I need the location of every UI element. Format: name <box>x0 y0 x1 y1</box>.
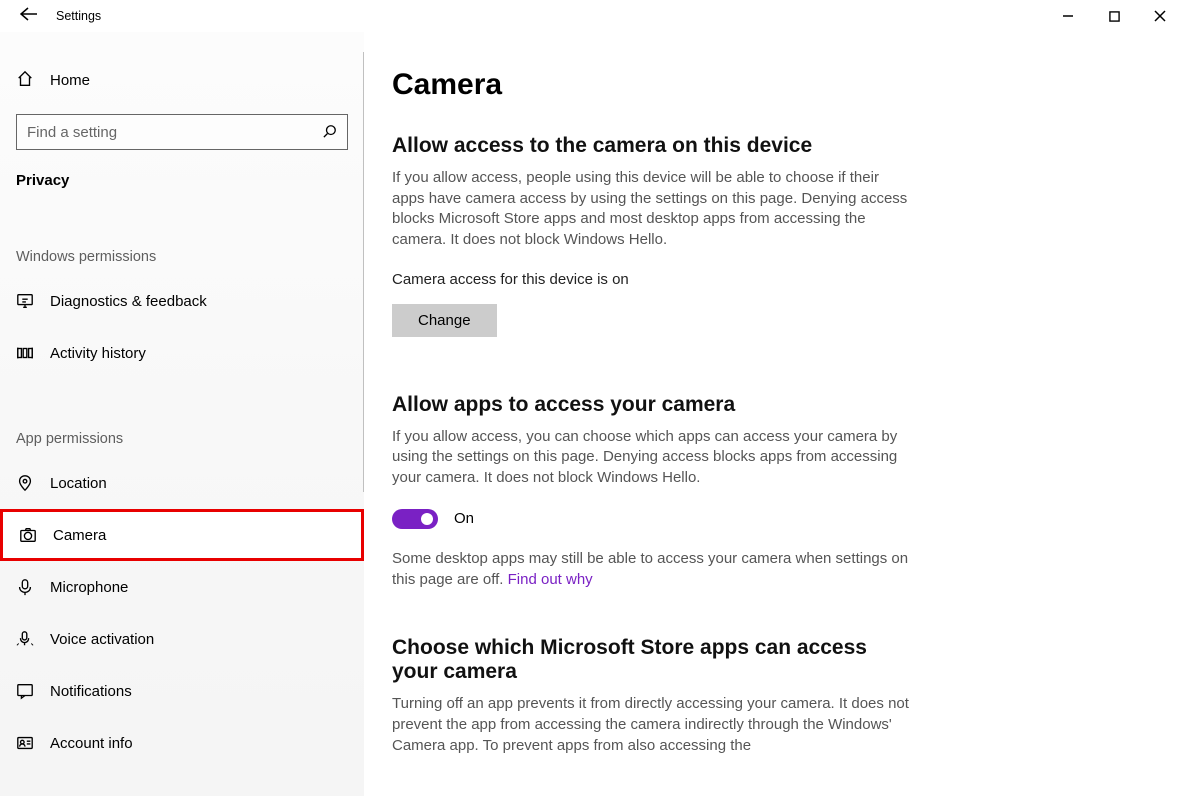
section1-title: Allow access to the camera on this devic… <box>392 134 1149 158</box>
apps-access-toggle[interactable] <box>392 509 438 529</box>
microphone-icon <box>16 578 50 596</box>
sidebar-item-notifications[interactable]: Notifications <box>0 665 364 717</box>
change-button[interactable]: Change <box>392 304 497 337</box>
section-header-windows: Windows permissions <box>0 249 364 265</box>
sidebar-item-label: Location <box>50 475 107 492</box>
sidebar-item-label: Diagnostics & feedback <box>50 293 207 310</box>
sidebar-item-label: Voice activation <box>50 631 154 648</box>
device-access-status: Camera access for this device is on <box>392 271 1149 288</box>
sidebar-item-label: Camera <box>53 527 106 544</box>
minimize-button[interactable] <box>1045 0 1091 32</box>
home-label: Home <box>50 72 90 89</box>
sidebar-item-microphone[interactable]: Microphone <box>0 561 364 613</box>
back-button[interactable] <box>8 7 48 26</box>
section1-description: If you allow access, people using this d… <box>392 168 912 251</box>
search-icon <box>323 124 337 141</box>
note-text: Some desktop apps may still be able to a… <box>392 550 908 588</box>
sidebar-item-label: Microphone <box>50 579 128 596</box>
sidebar-item-label: Account info <box>50 735 133 752</box>
feedback-icon <box>16 292 50 310</box>
desktop-apps-note: Some desktop apps may still be able to a… <box>392 549 912 590</box>
camera-icon <box>19 526 53 544</box>
page-title: Camera <box>392 68 1149 102</box>
maximize-button[interactable] <box>1091 0 1137 32</box>
toggle-knob <box>421 513 433 525</box>
find-out-why-link[interactable]: Find out why <box>508 571 593 588</box>
sidebar-item-account[interactable]: Account info <box>0 717 364 769</box>
scrollbar[interactable] <box>363 52 364 492</box>
close-button[interactable] <box>1137 0 1183 32</box>
sidebar-item-camera[interactable]: Camera <box>0 509 364 561</box>
sidebar-item-label: Activity history <box>50 345 146 362</box>
window-title: Settings <box>48 9 101 23</box>
sidebar-item-diagnostics[interactable]: Diagnostics & feedback <box>0 275 364 327</box>
sidebar-item-activity[interactable]: Activity history <box>0 327 364 379</box>
activity-icon <box>16 344 50 362</box>
sidebar: Home Privacy Windows permissions Diagnos… <box>0 32 364 796</box>
voice-icon <box>16 630 50 648</box>
category-label: Privacy <box>0 150 364 189</box>
account-icon <box>16 734 50 752</box>
toggle-state-label: On <box>454 510 474 527</box>
sidebar-item-location[interactable]: Location <box>0 457 364 509</box>
notifications-icon <box>16 682 50 700</box>
section2-title: Allow apps to access your camera <box>392 393 1149 417</box>
sidebar-item-voice[interactable]: Voice activation <box>0 613 364 665</box>
section3-title: Choose which Microsoft Store apps can ac… <box>392 636 912 684</box>
search-input[interactable] <box>27 124 323 141</box>
home-nav[interactable]: Home <box>0 60 364 100</box>
search-box[interactable] <box>16 114 348 150</box>
home-icon <box>16 70 50 91</box>
section-header-app: App permissions <box>0 431 364 447</box>
section2-description: If you allow access, you can choose whic… <box>392 427 912 489</box>
location-icon <box>16 474 50 492</box>
main-content: Camera Allow access to the camera on thi… <box>364 32 1183 796</box>
section3-description: Turning off an app prevents it from dire… <box>392 694 912 756</box>
sidebar-item-label: Notifications <box>50 683 132 700</box>
